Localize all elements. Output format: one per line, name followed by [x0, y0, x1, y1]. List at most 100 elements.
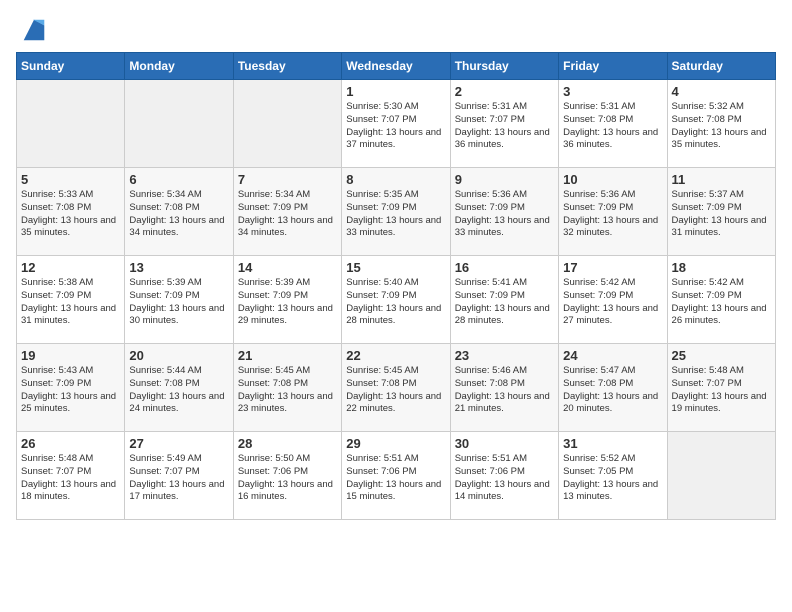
weekday-header-wednesday: Wednesday — [342, 53, 450, 80]
day-cell: 16Sunrise: 5:41 AM Sunset: 7:09 PM Dayli… — [450, 256, 558, 344]
day-cell: 12 Sunrise: 5:38 AM Sunset: 7:09 PM Dayli… — [17, 256, 125, 344]
day-number: 16 — [455, 260, 554, 275]
day-cell: 31 Sunrise: 5:52 AM Sunset: 7:05 PM Dayli… — [559, 432, 667, 520]
weekday-header-monday: Monday — [125, 53, 233, 80]
day-cell: 27 Sunrise: 5:49 AM Sunset: 7:07 PM Dayli… — [125, 432, 233, 520]
day-number: 20 — [129, 348, 228, 363]
day-info: Sunrise: 5:47 AM Sunset: 7:08 PM Dayligh… — [563, 365, 662, 416]
page-header — [16, 16, 776, 44]
day-info: Sunrise: 5:31 AM Sunset: 7:07 PM Dayligh… — [455, 101, 554, 152]
calendar-header: SundayMondayTuesdayWednesdayThursdayFrid… — [17, 53, 776, 80]
day-info: Sunrise: 5:33 AM Sunset: 7:08 PM Dayligh… — [21, 189, 120, 240]
day-cell: 10Sunrise: 5:36 AM Sunset: 7:09 PM Dayli… — [559, 168, 667, 256]
day-cell: 24 Sunrise: 5:47 AM Sunset: 7:08 PM Dayli… — [559, 344, 667, 432]
day-info: Sunrise: 5:36 AM Sunset: 7:09 PM Dayligh… — [455, 189, 554, 240]
day-cell: 14Sunrise: 5:39 AM Sunset: 7:09 PM Dayli… — [233, 256, 341, 344]
day-info: Sunrise: 5:46 AM Sunset: 7:08 PM Dayligh… — [455, 365, 554, 416]
day-number: 2 — [455, 84, 554, 99]
day-cell: 17Sunrise: 5:42 AM Sunset: 7:09 PM Dayli… — [559, 256, 667, 344]
day-cell — [125, 80, 233, 168]
day-info: Sunrise: 5:48 AM Sunset: 7:07 PM Dayligh… — [672, 365, 771, 416]
day-cell: 13 Sunrise: 5:39 AM Sunset: 7:09 PM Dayli… — [125, 256, 233, 344]
day-cell: 30 Sunrise: 5:51 AM Sunset: 7:06 PM Dayli… — [450, 432, 558, 520]
day-info: Sunrise: 5:43 AM Sunset: 7:09 PM Dayligh… — [21, 365, 120, 416]
day-info: Sunrise: 5:30 AM Sunset: 7:07 PM Dayligh… — [346, 101, 445, 152]
logo — [16, 16, 48, 44]
day-info: Sunrise: 5:39 AM Sunset: 7:09 PM Dayligh… — [238, 277, 337, 328]
day-info: Sunrise: 5:34 AM Sunset: 7:09 PM Dayligh… — [238, 189, 337, 240]
day-cell: 25Sunrise: 5:48 AM Sunset: 7:07 PM Dayli… — [667, 344, 775, 432]
week-row-4: 19 Sunrise: 5:43 AM Sunset: 7:09 PM Dayli… — [17, 344, 776, 432]
day-info: Sunrise: 5:35 AM Sunset: 7:09 PM Dayligh… — [346, 189, 445, 240]
day-number: 11 — [672, 172, 771, 187]
calendar-table: SundayMondayTuesdayWednesdayThursdayFrid… — [16, 52, 776, 520]
day-info: Sunrise: 5:45 AM Sunset: 7:08 PM Dayligh… — [346, 365, 445, 416]
weekday-header-tuesday: Tuesday — [233, 53, 341, 80]
day-info: Sunrise: 5:31 AM Sunset: 7:08 PM Dayligh… — [563, 101, 662, 152]
day-cell: 1Sunrise: 5:30 AM Sunset: 7:07 PM Daylig… — [342, 80, 450, 168]
day-number: 8 — [346, 172, 445, 187]
day-info: Sunrise: 5:32 AM Sunset: 7:08 PM Dayligh… — [672, 101, 771, 152]
day-cell: 3 Sunrise: 5:31 AM Sunset: 7:08 PM Daylig… — [559, 80, 667, 168]
day-cell: 26Sunrise: 5:48 AM Sunset: 7:07 PM Dayli… — [17, 432, 125, 520]
day-info: Sunrise: 5:42 AM Sunset: 7:09 PM Dayligh… — [563, 277, 662, 328]
weekday-header-thursday: Thursday — [450, 53, 558, 80]
day-info: Sunrise: 5:50 AM Sunset: 7:06 PM Dayligh… — [238, 453, 337, 504]
day-cell: 7 Sunrise: 5:34 AM Sunset: 7:09 PM Daylig… — [233, 168, 341, 256]
day-info: Sunrise: 5:45 AM Sunset: 7:08 PM Dayligh… — [238, 365, 337, 416]
day-cell: 5 Sunrise: 5:33 AM Sunset: 7:08 PM Daylig… — [17, 168, 125, 256]
day-cell: 29 Sunrise: 5:51 AM Sunset: 7:06 PM Dayli… — [342, 432, 450, 520]
day-number: 12 — [21, 260, 120, 275]
day-cell: 18 Sunrise: 5:42 AM Sunset: 7:09 PM Dayli… — [667, 256, 775, 344]
day-cell: 15Sunrise: 5:40 AM Sunset: 7:09 PM Dayli… — [342, 256, 450, 344]
day-number: 30 — [455, 436, 554, 451]
day-cell: 11 Sunrise: 5:37 AM Sunset: 7:09 PM Dayli… — [667, 168, 775, 256]
day-number: 3 — [563, 84, 662, 99]
calendar-body: 1Sunrise: 5:30 AM Sunset: 7:07 PM Daylig… — [17, 80, 776, 520]
day-number: 9 — [455, 172, 554, 187]
day-cell — [233, 80, 341, 168]
logo-icon — [20, 16, 48, 44]
day-cell: 22 Sunrise: 5:45 AM Sunset: 7:08 PM Dayli… — [342, 344, 450, 432]
day-info: Sunrise: 5:48 AM Sunset: 7:07 PM Dayligh… — [21, 453, 120, 504]
day-info: Sunrise: 5:42 AM Sunset: 7:09 PM Dayligh… — [672, 277, 771, 328]
day-info: Sunrise: 5:37 AM Sunset: 7:09 PM Dayligh… — [672, 189, 771, 240]
week-row-5: 26Sunrise: 5:48 AM Sunset: 7:07 PM Dayli… — [17, 432, 776, 520]
week-row-1: 1Sunrise: 5:30 AM Sunset: 7:07 PM Daylig… — [17, 80, 776, 168]
week-row-3: 12 Sunrise: 5:38 AM Sunset: 7:09 PM Dayli… — [17, 256, 776, 344]
weekday-header-sunday: Sunday — [17, 53, 125, 80]
day-number: 5 — [21, 172, 120, 187]
day-number: 7 — [238, 172, 337, 187]
week-row-2: 5 Sunrise: 5:33 AM Sunset: 7:08 PM Daylig… — [17, 168, 776, 256]
day-cell: 4 Sunrise: 5:32 AM Sunset: 7:08 PM Daylig… — [667, 80, 775, 168]
day-number: 22 — [346, 348, 445, 363]
day-number: 4 — [672, 84, 771, 99]
day-info: Sunrise: 5:49 AM Sunset: 7:07 PM Dayligh… — [129, 453, 228, 504]
day-info: Sunrise: 5:34 AM Sunset: 7:08 PM Dayligh… — [129, 189, 228, 240]
day-cell: 23Sunrise: 5:46 AM Sunset: 7:08 PM Dayli… — [450, 344, 558, 432]
day-info: Sunrise: 5:52 AM Sunset: 7:05 PM Dayligh… — [563, 453, 662, 504]
day-cell: 2 Sunrise: 5:31 AM Sunset: 7:07 PM Daylig… — [450, 80, 558, 168]
day-cell: 20 Sunrise: 5:44 AM Sunset: 7:08 PM Dayli… — [125, 344, 233, 432]
day-number: 19 — [21, 348, 120, 363]
day-info: Sunrise: 5:51 AM Sunset: 7:06 PM Dayligh… — [346, 453, 445, 504]
day-number: 28 — [238, 436, 337, 451]
day-number: 29 — [346, 436, 445, 451]
day-info: Sunrise: 5:51 AM Sunset: 7:06 PM Dayligh… — [455, 453, 554, 504]
day-cell: 21 Sunrise: 5:45 AM Sunset: 7:08 PM Dayli… — [233, 344, 341, 432]
day-cell — [667, 432, 775, 520]
day-number: 27 — [129, 436, 228, 451]
day-info: Sunrise: 5:39 AM Sunset: 7:09 PM Dayligh… — [129, 277, 228, 328]
day-number: 13 — [129, 260, 228, 275]
day-cell — [17, 80, 125, 168]
day-number: 31 — [563, 436, 662, 451]
day-number: 18 — [672, 260, 771, 275]
day-info: Sunrise: 5:44 AM Sunset: 7:08 PM Dayligh… — [129, 365, 228, 416]
day-number: 24 — [563, 348, 662, 363]
day-cell: 6Sunrise: 5:34 AM Sunset: 7:08 PM Daylig… — [125, 168, 233, 256]
day-number: 21 — [238, 348, 337, 363]
day-number: 15 — [346, 260, 445, 275]
weekday-header-friday: Friday — [559, 53, 667, 80]
day-info: Sunrise: 5:38 AM Sunset: 7:09 PM Dayligh… — [21, 277, 120, 328]
day-cell: 9 Sunrise: 5:36 AM Sunset: 7:09 PM Daylig… — [450, 168, 558, 256]
